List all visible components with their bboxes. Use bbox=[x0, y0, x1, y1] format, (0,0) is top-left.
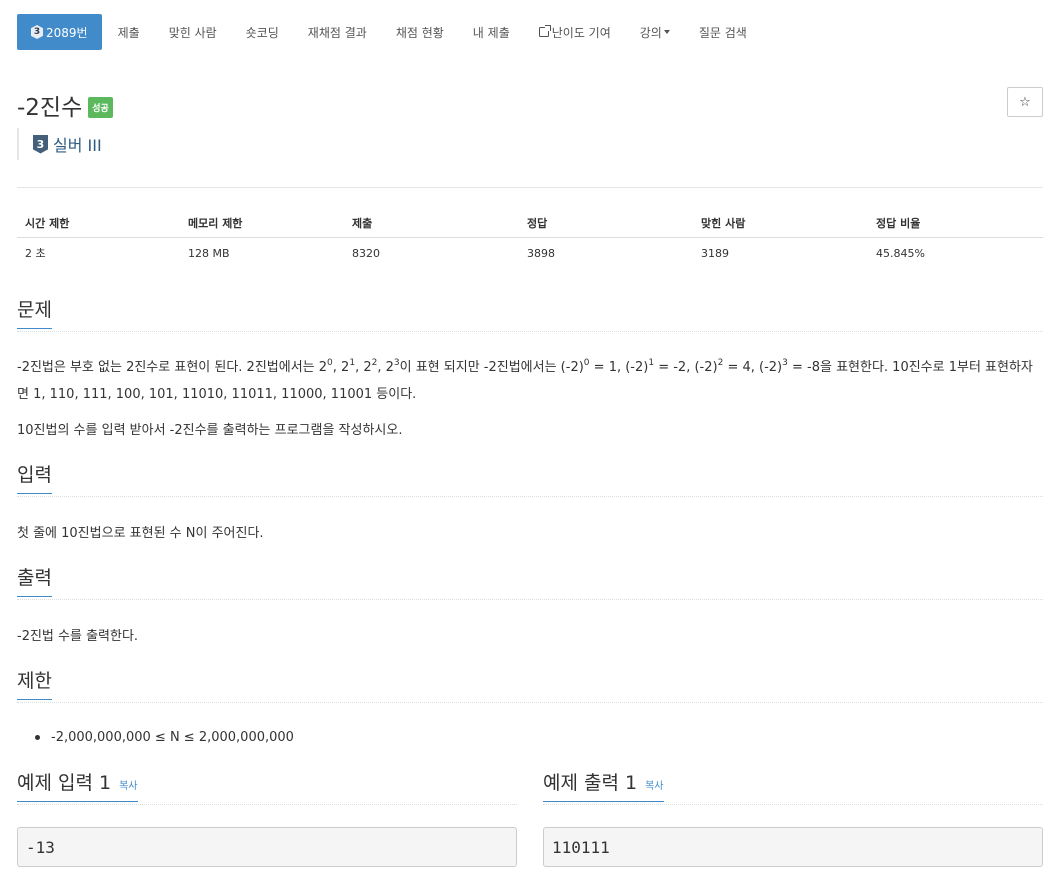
tab-submit-label: 제출 bbox=[117, 25, 140, 40]
header-submissions: 제출 bbox=[352, 216, 373, 230]
limit-list-item: -2,000,000,000 ≤ N ≤ 2,000,000,000 bbox=[35, 730, 294, 745]
sample-output-title: 예제 출력 1 bbox=[543, 772, 638, 794]
caret-down-icon bbox=[663, 30, 670, 34]
desc-text: 이 표현 되지만 -2진법에서는 (-2) bbox=[399, 360, 584, 375]
section-divider bbox=[17, 496, 1043, 497]
tab-solvers-label: 맞힌 사람 bbox=[168, 25, 217, 40]
tab-problem[interactable]: 3 2089번 bbox=[17, 14, 102, 50]
desc-sup: 0 bbox=[583, 357, 590, 368]
tab-short-coding[interactable]: 숏코딩 bbox=[246, 14, 279, 50]
tab-judge-status-label: 채점 현황 bbox=[395, 25, 444, 40]
tab-rejudge-results-label: 재채점 결과 bbox=[307, 25, 367, 40]
value-solvers: 3189 bbox=[701, 246, 729, 260]
divider bbox=[17, 187, 1043, 188]
sample-output-heading: 예제 출력 1 복사 bbox=[543, 772, 664, 802]
input-description: 첫 줄에 10진법으로 표현된 수 N이 주어진다. bbox=[17, 526, 264, 541]
problem-info-table: 시간 제한 메모리 제한 제출 정답 맞힌 사람 정답 비율 2 초 128 M… bbox=[17, 208, 1043, 268]
copy-input-button[interactable]: 복사 bbox=[119, 781, 137, 793]
section-divider bbox=[543, 804, 1043, 805]
header-accepted: 정답 bbox=[527, 216, 548, 230]
limit-text: -2,000,000,000 ≤ N ≤ 2,000,000,000 bbox=[51, 730, 294, 745]
problem-title: -2진수 bbox=[17, 95, 83, 121]
desc-sup: 2 bbox=[717, 357, 724, 368]
tier-badge-icon: 3 bbox=[31, 25, 43, 39]
sample-output-box[interactable]: 110111 bbox=[543, 827, 1043, 867]
desc-sup: 0 bbox=[327, 357, 333, 368]
page-title: -2진수 성공 bbox=[17, 88, 113, 122]
value-memory-limit: 128 MB bbox=[188, 246, 230, 260]
problem-nav: 3 2089번 제출 맞힌 사람 숏코딩 재채점 결과 채점 현황 내 제출 난… bbox=[17, 14, 747, 50]
copy-output-button[interactable]: 복사 bbox=[645, 781, 663, 793]
value-submissions: 8320 bbox=[352, 246, 380, 260]
description-paragraph-2: 10진법의 수를 입력 받아서 -2진수를 출력하는 프로그램을 작성하시오. bbox=[17, 423, 403, 438]
tab-difficulty-contribution[interactable]: 난이도 기여 bbox=[538, 14, 611, 50]
table-row: 2 초 128 MB 8320 3898 3189 45.845% bbox=[17, 238, 1043, 268]
tab-rejudge-results[interactable]: 재채점 결과 bbox=[308, 14, 367, 50]
desc-text: = 1, (-2) bbox=[589, 360, 649, 375]
tab-question-search[interactable]: 질문 검색 bbox=[699, 14, 747, 50]
tab-short-coding-label: 숏코딩 bbox=[245, 25, 279, 40]
desc-sup: 2 bbox=[371, 357, 378, 368]
header-time-limit: 시간 제한 bbox=[25, 216, 70, 230]
limit-heading: 제한 bbox=[17, 670, 52, 700]
tab-my-submissions-label: 내 제출 bbox=[472, 25, 510, 40]
desc-text: = -2, (-2) bbox=[654, 360, 718, 375]
description-heading: 문제 bbox=[17, 299, 52, 329]
output-description: -2진법 수를 출력한다. bbox=[17, 629, 139, 644]
tier-shield-icon: 3 bbox=[33, 134, 48, 154]
value-time-limit: 2 초 bbox=[25, 247, 46, 260]
tab-difficulty-contribution-label: 난이도 기여 bbox=[551, 25, 611, 40]
sample-input-title: 예제 입력 1 bbox=[17, 772, 112, 794]
desc-text: = 4, (-2) bbox=[723, 360, 783, 375]
section-divider bbox=[17, 804, 517, 805]
tab-judge-status[interactable]: 채점 현황 bbox=[396, 14, 444, 50]
tab-problem-label: 2089번 bbox=[46, 25, 88, 40]
desc-text: , 2 bbox=[355, 360, 372, 375]
desc-text: -2진법은 부호 없는 2진수로 표현이 된다. 2진법에서는 2 bbox=[17, 360, 328, 375]
header-memory-limit: 메모리 제한 bbox=[188, 216, 243, 230]
tab-submit[interactable]: 제출 bbox=[118, 14, 140, 50]
description-paragraph-1: -2진법은 부호 없는 2진수로 표현이 된다. 2진법에서는 20, 21, … bbox=[17, 354, 1043, 408]
section-divider bbox=[17, 331, 1043, 332]
table-header-row: 시간 제한 메모리 제한 제출 정답 맞힌 사람 정답 비율 bbox=[17, 208, 1043, 238]
desc-sup: 3 bbox=[782, 357, 788, 368]
desc-text: , 2 bbox=[332, 360, 350, 375]
section-divider bbox=[17, 702, 1043, 703]
header-accept-ratio: 정답 비율 bbox=[876, 216, 921, 230]
value-accepted: 3898 bbox=[527, 246, 555, 260]
tab-lectures-label: 강의 bbox=[639, 25, 662, 40]
input-heading: 입력 bbox=[17, 464, 52, 494]
tab-solvers[interactable]: 맞힌 사람 bbox=[169, 14, 217, 50]
sample-input-heading: 예제 입력 1 복사 bbox=[17, 772, 138, 802]
status-badge: 성공 bbox=[88, 96, 113, 118]
sample-input-box[interactable]: -13 bbox=[17, 827, 517, 867]
desc-text: , 2 bbox=[377, 360, 394, 375]
header-solvers: 맞힌 사람 bbox=[701, 216, 746, 230]
desc-sup: 3 bbox=[393, 357, 400, 368]
tab-my-submissions[interactable]: 내 제출 bbox=[473, 14, 510, 50]
tab-question-search-label: 질문 검색 bbox=[698, 25, 747, 40]
favorite-button[interactable]: ☆ bbox=[1007, 87, 1043, 117]
desc-sup: 1 bbox=[349, 357, 356, 368]
value-accept-ratio: 45.845% bbox=[876, 246, 925, 260]
tier-name: 실버 III bbox=[53, 136, 102, 155]
desc-sup: 1 bbox=[648, 357, 655, 368]
external-link-icon bbox=[538, 25, 551, 37]
bullet-icon bbox=[35, 735, 40, 740]
section-divider bbox=[17, 599, 1043, 600]
output-heading: 출력 bbox=[17, 567, 52, 597]
tier-indicator[interactable]: 3 실버 III bbox=[17, 128, 102, 160]
tab-lectures[interactable]: 강의 bbox=[640, 14, 670, 50]
star-icon: ☆ bbox=[1019, 94, 1031, 110]
